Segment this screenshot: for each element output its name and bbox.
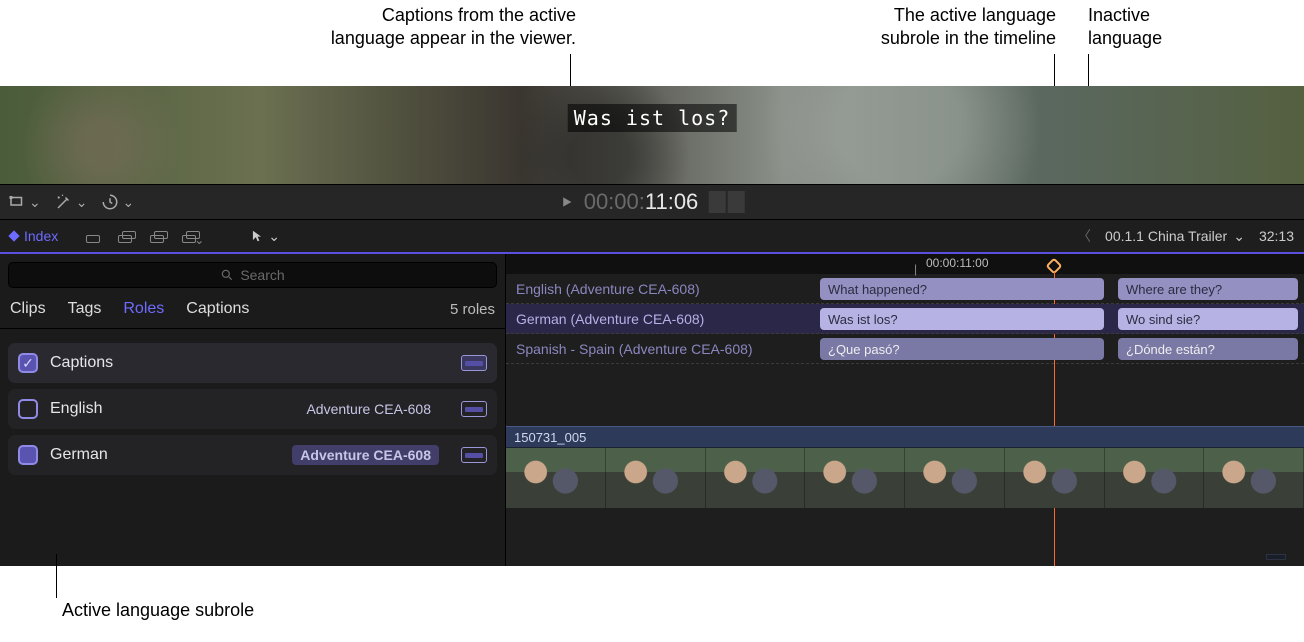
- filmstrip-thumbnail: [606, 448, 706, 508]
- caption-lane-english[interactable]: English (Adventure CEA-608) What happene…: [506, 274, 1304, 304]
- caption-lanes: English (Adventure CEA-608) What happene…: [506, 274, 1304, 364]
- caption-clip-en-1[interactable]: What happened?: [820, 278, 1104, 300]
- append-clip-button[interactable]: [148, 227, 170, 245]
- checkbox-german[interactable]: [18, 445, 38, 465]
- select-tool[interactable]: ⌄: [250, 227, 280, 245]
- play-icon: [560, 189, 574, 215]
- filmstrip-thumbnail: [1105, 448, 1205, 508]
- filmstrip-thumbnail: [506, 448, 606, 508]
- lane-toggle-icon[interactable]: [461, 355, 487, 371]
- viewer[interactable]: Was ist los?: [0, 86, 1304, 184]
- viewer-caption-overlay: Was ist los?: [568, 104, 737, 132]
- viewer-toolbar: ⌄ ⌄ ⌄ 00:00:11:06: [0, 184, 1304, 220]
- audio-meter: [708, 191, 744, 213]
- caption-lane-german[interactable]: German (Adventure CEA-608) Was ist los? …: [506, 304, 1304, 334]
- ruler-tick-label: 00:00:11:00: [926, 256, 989, 270]
- index-panel: Search Clips Tags Roles Captions 5 roles…: [0, 254, 506, 566]
- lane-toggle-icon[interactable]: [461, 401, 487, 417]
- role-row-captions[interactable]: ✓ Captions: [8, 343, 497, 383]
- role-row-english[interactable]: English Adventure CEA-608: [8, 389, 497, 429]
- filmstrip-thumbnail: [1005, 448, 1105, 508]
- project-name-dropdown[interactable]: 00.1.1 China Trailer ⌄: [1105, 228, 1245, 245]
- primary-storyline[interactable]: 150731_005: [506, 426, 1304, 508]
- timeline-gap: [506, 364, 1304, 426]
- caption-clip-es-1[interactable]: ¿Que pasó?: [820, 338, 1104, 360]
- filmstrip-thumbnail: [706, 448, 806, 508]
- checkbox-english[interactable]: [18, 399, 38, 419]
- caption-clip-de-1[interactable]: Was ist los?: [820, 308, 1104, 330]
- transform-tool[interactable]: ⌄: [8, 193, 41, 211]
- roles-list: ✓ Captions English Adventure CEA-608 Ger…: [0, 329, 505, 475]
- project-duration: 32:13: [1259, 228, 1294, 244]
- dropdown-chevron-icon: ⌄: [122, 194, 134, 211]
- filmstrip-thumbnail: [905, 448, 1005, 508]
- annotation-viewer-caption: Captions from the active language appear…: [196, 4, 576, 51]
- tab-roles[interactable]: Roles: [123, 300, 164, 318]
- annotation-inactive-language: Inactive language: [1088, 4, 1184, 51]
- retime-tool[interactable]: ⌄: [101, 193, 134, 211]
- lane-toggle-icon[interactable]: [461, 447, 487, 463]
- format-badge-german: Adventure CEA-608: [292, 445, 439, 465]
- search-input[interactable]: Search: [8, 262, 497, 288]
- caption-clip-de-2[interactable]: Wo sind sie?: [1118, 308, 1298, 330]
- timeline-ruler[interactable]: 00:00:11:00 |: [506, 254, 1304, 274]
- checkbox-captions[interactable]: ✓: [18, 353, 38, 373]
- search-icon: [220, 268, 234, 282]
- connect-clip-buttons: [84, 227, 202, 245]
- overwrite-clip-button[interactable]: [180, 227, 202, 245]
- dropdown-chevron-icon: ⌄: [76, 194, 88, 211]
- marker-region-icon[interactable]: [1266, 554, 1286, 560]
- dropdown-chevron-icon: ⌄: [29, 194, 41, 211]
- index-tabs: Clips Tags Roles Captions 5 roles: [0, 296, 505, 329]
- insert-clip-button[interactable]: [116, 227, 138, 245]
- index-toggle-button[interactable]: Index: [10, 228, 76, 244]
- timeline-toolbar: Index ⌄ 〈 00.1.1 China Trailer ⌄ 32:13: [0, 220, 1304, 254]
- annotation-active-subrole-index: Active language subrole: [62, 600, 254, 621]
- caption-clip-en-2[interactable]: Where are they?: [1118, 278, 1298, 300]
- video-filmstrip[interactable]: [506, 448, 1304, 508]
- role-row-german[interactable]: German Adventure CEA-608: [8, 435, 497, 475]
- app-frame: Was ist los? ⌄ ⌄ ⌄ 00:00:11:06 Index: [0, 86, 1304, 566]
- connect-clip-button[interactable]: [84, 227, 106, 245]
- format-badge-english: Adventure CEA-608: [298, 399, 439, 419]
- tab-clips[interactable]: Clips: [10, 300, 46, 318]
- caption-lane-spanish[interactable]: Spanish - Spain (Adventure CEA-608) ¿Que…: [506, 334, 1304, 364]
- filmstrip-thumbnail: [1204, 448, 1304, 508]
- filmstrip-thumbnail: [805, 448, 905, 508]
- annotation-active-subrole-timeline: The active language subrole in the timel…: [766, 4, 1056, 51]
- history-back-button[interactable]: 〈: [1077, 226, 1091, 246]
- dropdown-chevron-icon: ⌄: [268, 228, 280, 245]
- roles-count: 5 roles: [450, 301, 495, 318]
- tab-captions[interactable]: Captions: [186, 300, 249, 318]
- video-clip-label[interactable]: 150731_005: [506, 426, 1304, 448]
- diamond-icon: [8, 230, 19, 241]
- timeline[interactable]: 00:00:11:00 | English (Adventure CEA-608…: [506, 254, 1304, 566]
- viewer-video-still: [0, 86, 1304, 184]
- caption-clip-es-2[interactable]: ¿Dónde están?: [1118, 338, 1298, 360]
- tab-tags[interactable]: Tags: [68, 300, 102, 318]
- dropdown-chevron-icon: ⌄: [1233, 228, 1245, 245]
- timecode-display[interactable]: 00:00:11:06: [560, 189, 745, 215]
- enhance-tool[interactable]: ⌄: [55, 193, 88, 211]
